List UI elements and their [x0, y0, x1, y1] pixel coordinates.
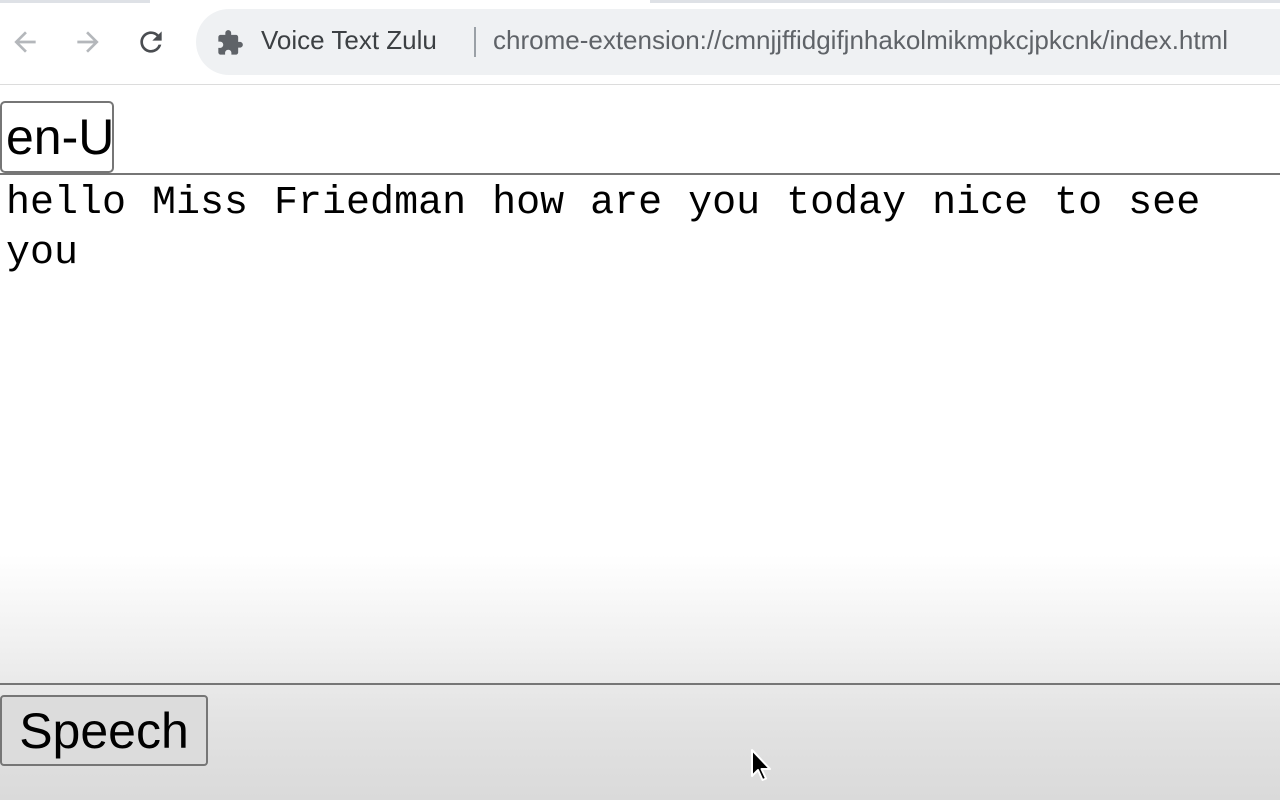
- extension-name: Voice Text Zulu: [261, 25, 437, 55]
- browser-toolbar: Voice Text Zulu chrome-extension://cmnjj…: [0, 0, 1280, 85]
- language-select[interactable]: en-US: [0, 101, 114, 173]
- back-arrow-icon: [14, 31, 36, 53]
- forward-button[interactable]: [68, 22, 108, 62]
- reload-icon: [140, 31, 162, 53]
- address-bar[interactable]: Voice Text Zulu chrome-extension://cmnjj…: [196, 9, 1280, 75]
- mouse-pointer-icon: [751, 749, 771, 781]
- tab-strip-edge: [0, 0, 1280, 3]
- forward-arrow-icon: [77, 31, 99, 53]
- extension-page: en-US hello Miss Friedman how are you to…: [0, 85, 1280, 800]
- speech-button[interactable]: Speech: [0, 695, 208, 766]
- transcript-textarea[interactable]: hello Miss Friedman how are you today ni…: [0, 173, 1280, 685]
- address-separator: [474, 27, 476, 57]
- url-text[interactable]: chrome-extension://cmnjjffidgifjnhakolmi…: [493, 25, 1228, 56]
- puzzle-piece-icon: [218, 30, 243, 55]
- back-button[interactable]: [5, 22, 45, 62]
- reload-button[interactable]: [131, 22, 171, 62]
